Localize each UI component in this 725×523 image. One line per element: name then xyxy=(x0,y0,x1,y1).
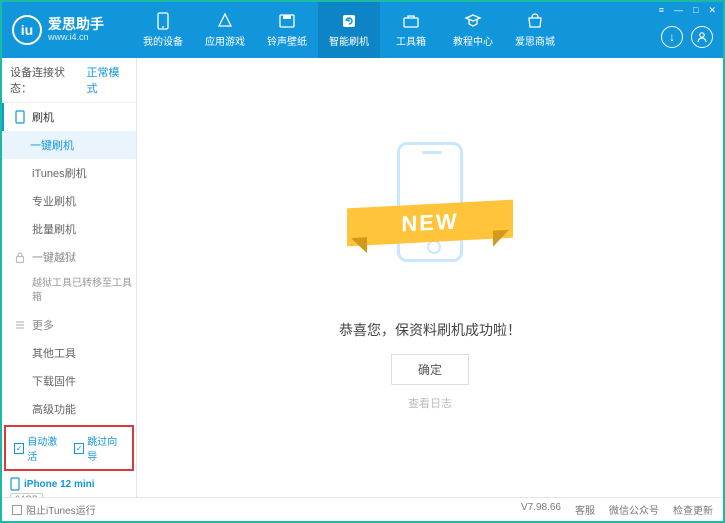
connection-mode: 正常模式 xyxy=(87,64,128,96)
sidebar-item-pro-flash[interactable]: 专业刷机 xyxy=(30,187,136,215)
new-ribbon: NEW xyxy=(347,200,513,247)
device-info: iPhone 12 mini 64GB Down-12mini-13,1 xyxy=(2,473,136,497)
sidebar-item-advanced[interactable]: 高级功能 xyxy=(30,395,136,423)
checkbox-auto-activate[interactable]: ✓自动激活 xyxy=(14,433,64,463)
nav-ringtones[interactable]: 铃声壁纸 xyxy=(256,2,318,58)
nav-apps[interactable]: 应用游戏 xyxy=(194,2,256,58)
nav-label: 我的设备 xyxy=(143,33,183,48)
section-flash[interactable]: 刷机 xyxy=(2,103,136,131)
nav-label: 应用游戏 xyxy=(205,33,245,48)
close-button[interactable]: ✕ xyxy=(705,4,719,17)
sidebar: 设备连接状态： 正常模式 刷机 一键刷机 iTunes刷机 专业刷机 批量刷机 … xyxy=(2,58,137,497)
app-url: www.i4.cn xyxy=(48,33,104,43)
sidebar-item-download-firmware[interactable]: 下载固件 xyxy=(30,367,136,395)
section-more[interactable]: 更多 xyxy=(2,311,136,339)
store-icon xyxy=(526,12,544,30)
checkbox-block-itunes[interactable]: 阻止iTunes运行 xyxy=(12,502,96,517)
wallpaper-icon xyxy=(278,12,296,30)
wechat-link[interactable]: 微信公众号 xyxy=(609,502,659,517)
version-label: V7.98.66 xyxy=(521,502,561,517)
main-nav: 我的设备 应用游戏 铃声壁纸 智能刷机 工具箱 教程中心 xyxy=(132,2,566,58)
nav-tutorials[interactable]: 教程中心 xyxy=(442,2,504,58)
nav-toolbox[interactable]: 工具箱 xyxy=(380,2,442,58)
checkbox-skip-guide[interactable]: ✓跳过向导 xyxy=(74,433,124,463)
jailbreak-note: 越狱工具已转移至工具箱 xyxy=(30,271,136,311)
toolbox-icon xyxy=(402,12,420,30)
device-icon xyxy=(154,12,172,30)
logo: iu 爱思助手 www.i4.cn xyxy=(12,15,132,45)
customer-service-link[interactable]: 客服 xyxy=(575,502,595,517)
connection-status: 设备连接状态： 正常模式 xyxy=(2,58,136,103)
tutorial-icon xyxy=(464,12,482,30)
sidebar-item-oneclick-flash[interactable]: 一键刷机 xyxy=(2,131,136,159)
view-log-link[interactable]: 查看日志 xyxy=(408,395,452,411)
minimize-button[interactable]: — xyxy=(671,4,686,17)
nav-store[interactable]: 爱思商城 xyxy=(504,2,566,58)
status-bar: 阻止iTunes运行 V7.98.66 客服 微信公众号 检查更新 xyxy=(2,497,723,521)
nav-my-device[interactable]: 我的设备 xyxy=(132,2,194,58)
lock-icon xyxy=(14,251,26,264)
nav-label: 智能刷机 xyxy=(329,33,369,48)
check-update-link[interactable]: 检查更新 xyxy=(673,502,713,517)
phone-icon xyxy=(14,110,26,124)
more-icon xyxy=(14,319,26,331)
app-header: iu 爱思助手 www.i4.cn 我的设备 应用游戏 铃声壁纸 智能刷机 xyxy=(2,2,723,58)
apps-icon xyxy=(216,12,234,30)
main-content: NEW 恭喜您，保资料刷机成功啦！ 确定 查看日志 xyxy=(137,58,723,497)
sidebar-item-other-tools[interactable]: 其他工具 xyxy=(30,339,136,367)
options-row: ✓自动激活 ✓跳过向导 xyxy=(4,425,134,471)
success-illustration: NEW xyxy=(355,124,505,294)
nav-label: 工具箱 xyxy=(396,33,426,48)
nav-label: 爱思商城 xyxy=(515,33,555,48)
maximize-button[interactable]: □ xyxy=(690,4,701,17)
nav-label: 教程中心 xyxy=(453,33,493,48)
nav-flash[interactable]: 智能刷机 xyxy=(318,2,380,58)
window-controls: ≡ — □ ✕ xyxy=(656,4,719,17)
sidebar-item-batch-flash[interactable]: 批量刷机 xyxy=(30,215,136,243)
logo-icon: iu xyxy=(12,15,42,45)
success-message: 恭喜您，保资料刷机成功啦！ xyxy=(339,320,521,340)
section-jailbreak[interactable]: 一键越狱 xyxy=(2,243,136,271)
app-title: 爱思助手 xyxy=(48,17,104,32)
sidebar-item-itunes-flash[interactable]: iTunes刷机 xyxy=(30,159,136,187)
nav-label: 铃声壁纸 xyxy=(267,33,307,48)
ok-button[interactable]: 确定 xyxy=(391,354,469,385)
user-icon[interactable] xyxy=(691,26,713,48)
download-icon[interactable]: ↓ xyxy=(661,26,683,48)
menu-button[interactable]: ≡ xyxy=(656,4,667,17)
device-phone-icon xyxy=(10,477,20,491)
flash-icon xyxy=(340,12,358,30)
device-name[interactable]: iPhone 12 mini xyxy=(10,477,128,491)
